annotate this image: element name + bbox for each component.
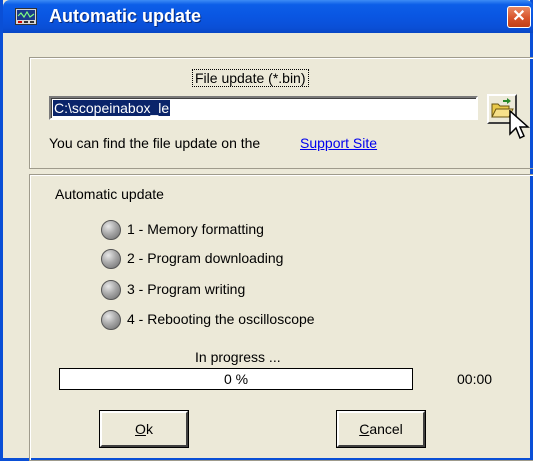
status-led-icon: [101, 220, 121, 240]
app-icon: [15, 8, 37, 25]
cancel-mnemonic: C: [359, 421, 370, 437]
progress-bar: 0 %: [59, 368, 413, 390]
ok-button[interactable]: Ok: [100, 411, 188, 447]
close-icon: ✕: [512, 8, 526, 25]
progress-caption: In progress ...: [195, 349, 281, 365]
step-label: 4 - Rebooting the oscilloscope: [127, 311, 315, 327]
mouse-pointer-icon: [509, 110, 530, 140]
progress-percent: 0 %: [223, 371, 249, 387]
file-path-input[interactable]: C:\scopeinabox_le: [49, 96, 478, 120]
status-led-icon: [101, 310, 121, 330]
elapsed-timer: 00:00: [457, 371, 493, 387]
ok-label-rest: k: [145, 421, 153, 437]
automatic-update-dialog: Automatic update ✕ File update (*.bin) C…: [0, 0, 533, 461]
file-path-value: C:\scopeinabox_le: [53, 100, 171, 116]
cancel-label-rest: ancel: [369, 421, 403, 437]
automatic-update-caption: Automatic update: [55, 186, 164, 202]
support-hint-text: You can find the file update on the: [49, 135, 261, 151]
window-title: Automatic update: [49, 6, 202, 26]
status-led-icon: [101, 280, 121, 300]
support-site-link[interactable]: Support Site: [300, 135, 377, 151]
step-label: 1 - Memory formatting: [127, 221, 264, 237]
file-update-caption: File update (*.bin): [192, 69, 309, 87]
cancel-button[interactable]: Cancel: [337, 411, 425, 447]
title-bar[interactable]: Automatic update ✕: [3, 0, 533, 33]
step-label: 3 - Program writing: [127, 281, 246, 297]
ok-mnemonic: O: [135, 421, 146, 437]
close-button[interactable]: ✕: [507, 6, 531, 28]
status-led-icon: [101, 249, 121, 269]
step-label: 2 - Program downloading: [127, 250, 284, 266]
